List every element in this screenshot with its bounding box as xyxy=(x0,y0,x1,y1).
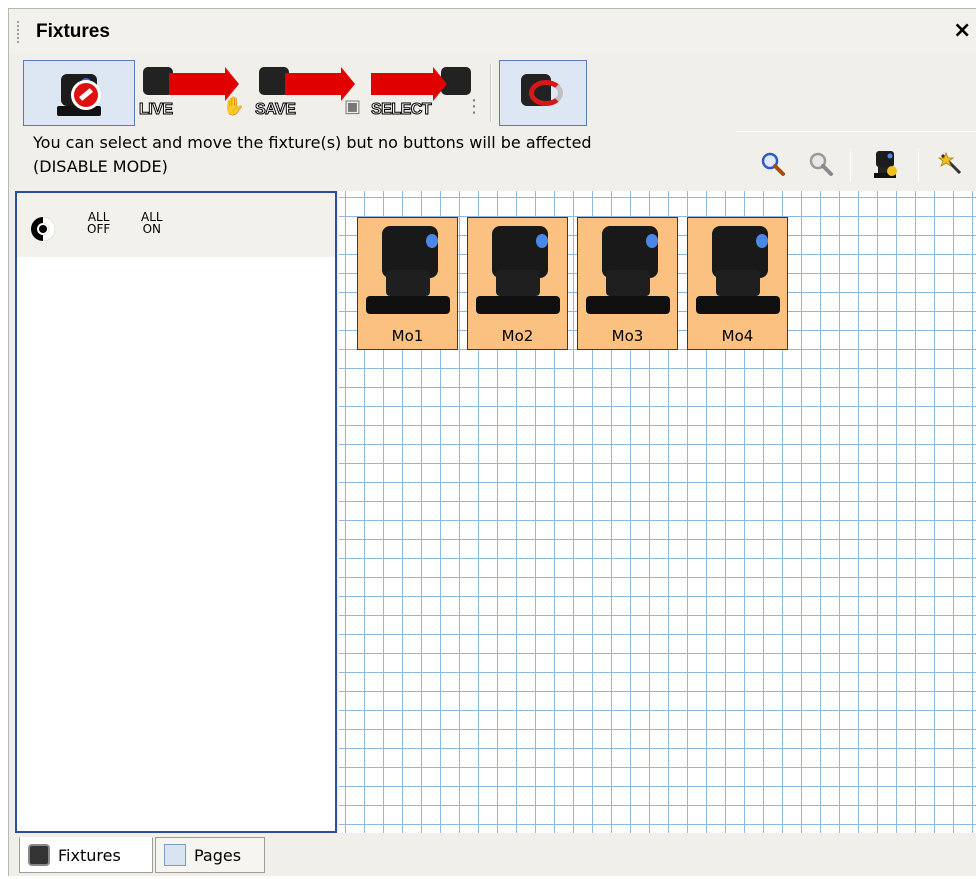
zoom-separator xyxy=(850,148,851,182)
select-mode-icon: SELECT ⋮ xyxy=(370,67,483,119)
live-mode-word: LIVE xyxy=(139,101,174,119)
drag-grip[interactable] xyxy=(17,21,19,43)
yin-yang-icon[interactable] xyxy=(31,217,55,241)
magnet-mode-button[interactable] xyxy=(499,60,587,126)
zoom-toolbar xyxy=(736,131,976,195)
mode-description-line2: (DISABLE MODE) xyxy=(33,157,168,176)
all-on-button[interactable]: ALL ON xyxy=(141,211,163,235)
moving-head-icon xyxy=(696,226,780,318)
magnet-icon xyxy=(507,68,579,118)
fixture-tile[interactable]: Mo1 xyxy=(357,217,458,350)
floppy-icon: ▣ xyxy=(343,96,361,117)
fixture-grid[interactable]: Mo1 Mo2 Mo3 Mo4 xyxy=(339,191,976,833)
fixture-label: Mo3 xyxy=(611,327,644,345)
tab-pages-label: Pages xyxy=(194,845,242,865)
live-mode-icon: LIVE ✋ xyxy=(139,67,251,119)
moving-head-icon xyxy=(586,226,670,318)
tab-fixtures[interactable]: Fixtures xyxy=(19,837,153,873)
select-mode-button[interactable]: SELECT ⋮ xyxy=(370,60,483,126)
moving-head-icon xyxy=(366,226,450,318)
fixture-label: Mo4 xyxy=(721,327,754,345)
zoom-in-icon[interactable] xyxy=(758,148,788,180)
panel-titlebar[interactable]: Fixtures × xyxy=(9,9,976,54)
save-mode-word: SAVE xyxy=(254,101,296,119)
fixture-tile[interactable]: Mo3 xyxy=(577,217,678,350)
toolbar-separator xyxy=(490,64,492,122)
disable-mode-button[interactable] xyxy=(23,60,135,126)
panel-title: Fixtures xyxy=(36,21,110,42)
tab-pages[interactable]: Pages xyxy=(155,837,265,873)
save-mode-button[interactable]: SAVE ▣ xyxy=(254,60,367,126)
moving-head-icon xyxy=(476,226,560,318)
buttons-pane: ALL OFF ALL ON xyxy=(15,191,337,833)
fixture-tile[interactable]: Mo4 xyxy=(687,217,788,350)
fixture-label: Mo1 xyxy=(391,327,424,345)
all-off-bottom: OFF xyxy=(87,222,111,236)
mode-description: You can select and move the fixture(s) b… xyxy=(33,131,733,179)
quick-actions-strip: ALL OFF ALL ON xyxy=(17,193,335,257)
save-mode-icon: SAVE ▣ xyxy=(254,67,367,119)
tools-separator xyxy=(918,148,919,182)
all-off-button[interactable]: ALL OFF xyxy=(87,211,110,235)
bottom-tabs: Fixtures Pages xyxy=(9,833,976,876)
fixture-tab-icon xyxy=(28,844,50,866)
fixture-tile[interactable]: Mo2 xyxy=(467,217,568,350)
add-fixture-icon[interactable] xyxy=(870,148,900,180)
all-on-bottom: ON xyxy=(142,222,161,236)
fixture-disabled-icon xyxy=(51,68,107,118)
select-mode-word: SELECT xyxy=(370,101,432,119)
mode-toolbar: LIVE ✋ SAVE ▣ SELECT ⋮ xyxy=(9,54,976,134)
mode-description-line1: You can select and move the fixture(s) b… xyxy=(33,133,592,152)
marquee-icon: ⋮ xyxy=(465,96,483,117)
fixtures-panel: Fixtures × LIVE ✋ SAVE ▣ SELECT ⋮ You ca… xyxy=(8,8,976,876)
zoom-out-icon[interactable] xyxy=(806,148,836,180)
live-mode-button[interactable]: LIVE ✋ xyxy=(139,60,251,126)
close-button[interactable]: × xyxy=(953,18,971,43)
magic-wand-icon[interactable] xyxy=(936,148,966,180)
hand-icon: ✋ xyxy=(222,96,245,117)
fixture-label: Mo2 xyxy=(501,327,534,345)
tab-fixtures-label: Fixtures xyxy=(58,845,121,865)
pages-tab-icon xyxy=(164,844,186,866)
